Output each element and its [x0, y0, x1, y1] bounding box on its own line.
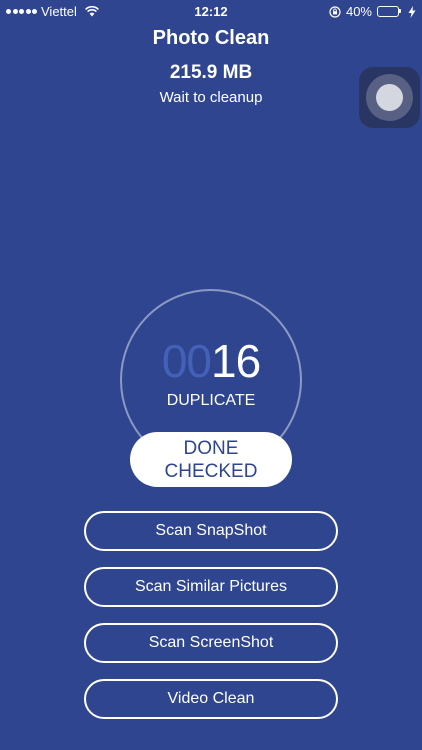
battery-percent: 40%: [345, 4, 372, 19]
scan-snapshot-button[interactable]: Scan SnapShot: [84, 511, 338, 551]
scan-screenshot-label: Scan ScreenShot: [148, 634, 274, 651]
scan-similar-pictures-label: Scan Similar Pictures: [134, 578, 288, 595]
video-clean-label: Video Clean: [167, 690, 255, 707]
done-checked-line2: CHECKED: [164, 460, 258, 482]
status-right: 40%: [329, 4, 416, 19]
video-clean-button[interactable]: Video Clean: [84, 679, 338, 719]
scan-screenshot-button[interactable]: Scan ScreenShot: [84, 623, 338, 663]
scan-snapshot-label: Scan SnapShot: [155, 522, 267, 539]
done-checked-line1: DONE: [183, 437, 239, 459]
duplicate-count: 0016: [0, 334, 422, 388]
battery-icon: [377, 5, 403, 18]
done-checked-button[interactable]: DONE CHECKED: [130, 432, 292, 487]
status-bar: Viettel 12:12 40%: [0, 0, 422, 22]
scan-similar-pictures-button[interactable]: Scan Similar Pictures: [84, 567, 338, 607]
assistive-touch-button[interactable]: [359, 67, 420, 128]
orientation-lock-icon: [329, 5, 341, 18]
charging-bolt-icon: [408, 5, 416, 18]
duplicate-label: DUPLICATE: [166, 392, 256, 409]
count-value: 16: [211, 335, 261, 387]
assistive-touch-icon: [376, 84, 403, 111]
count-leading-zeros: 00: [161, 335, 212, 387]
page-title: Photo Clean: [152, 27, 270, 49]
